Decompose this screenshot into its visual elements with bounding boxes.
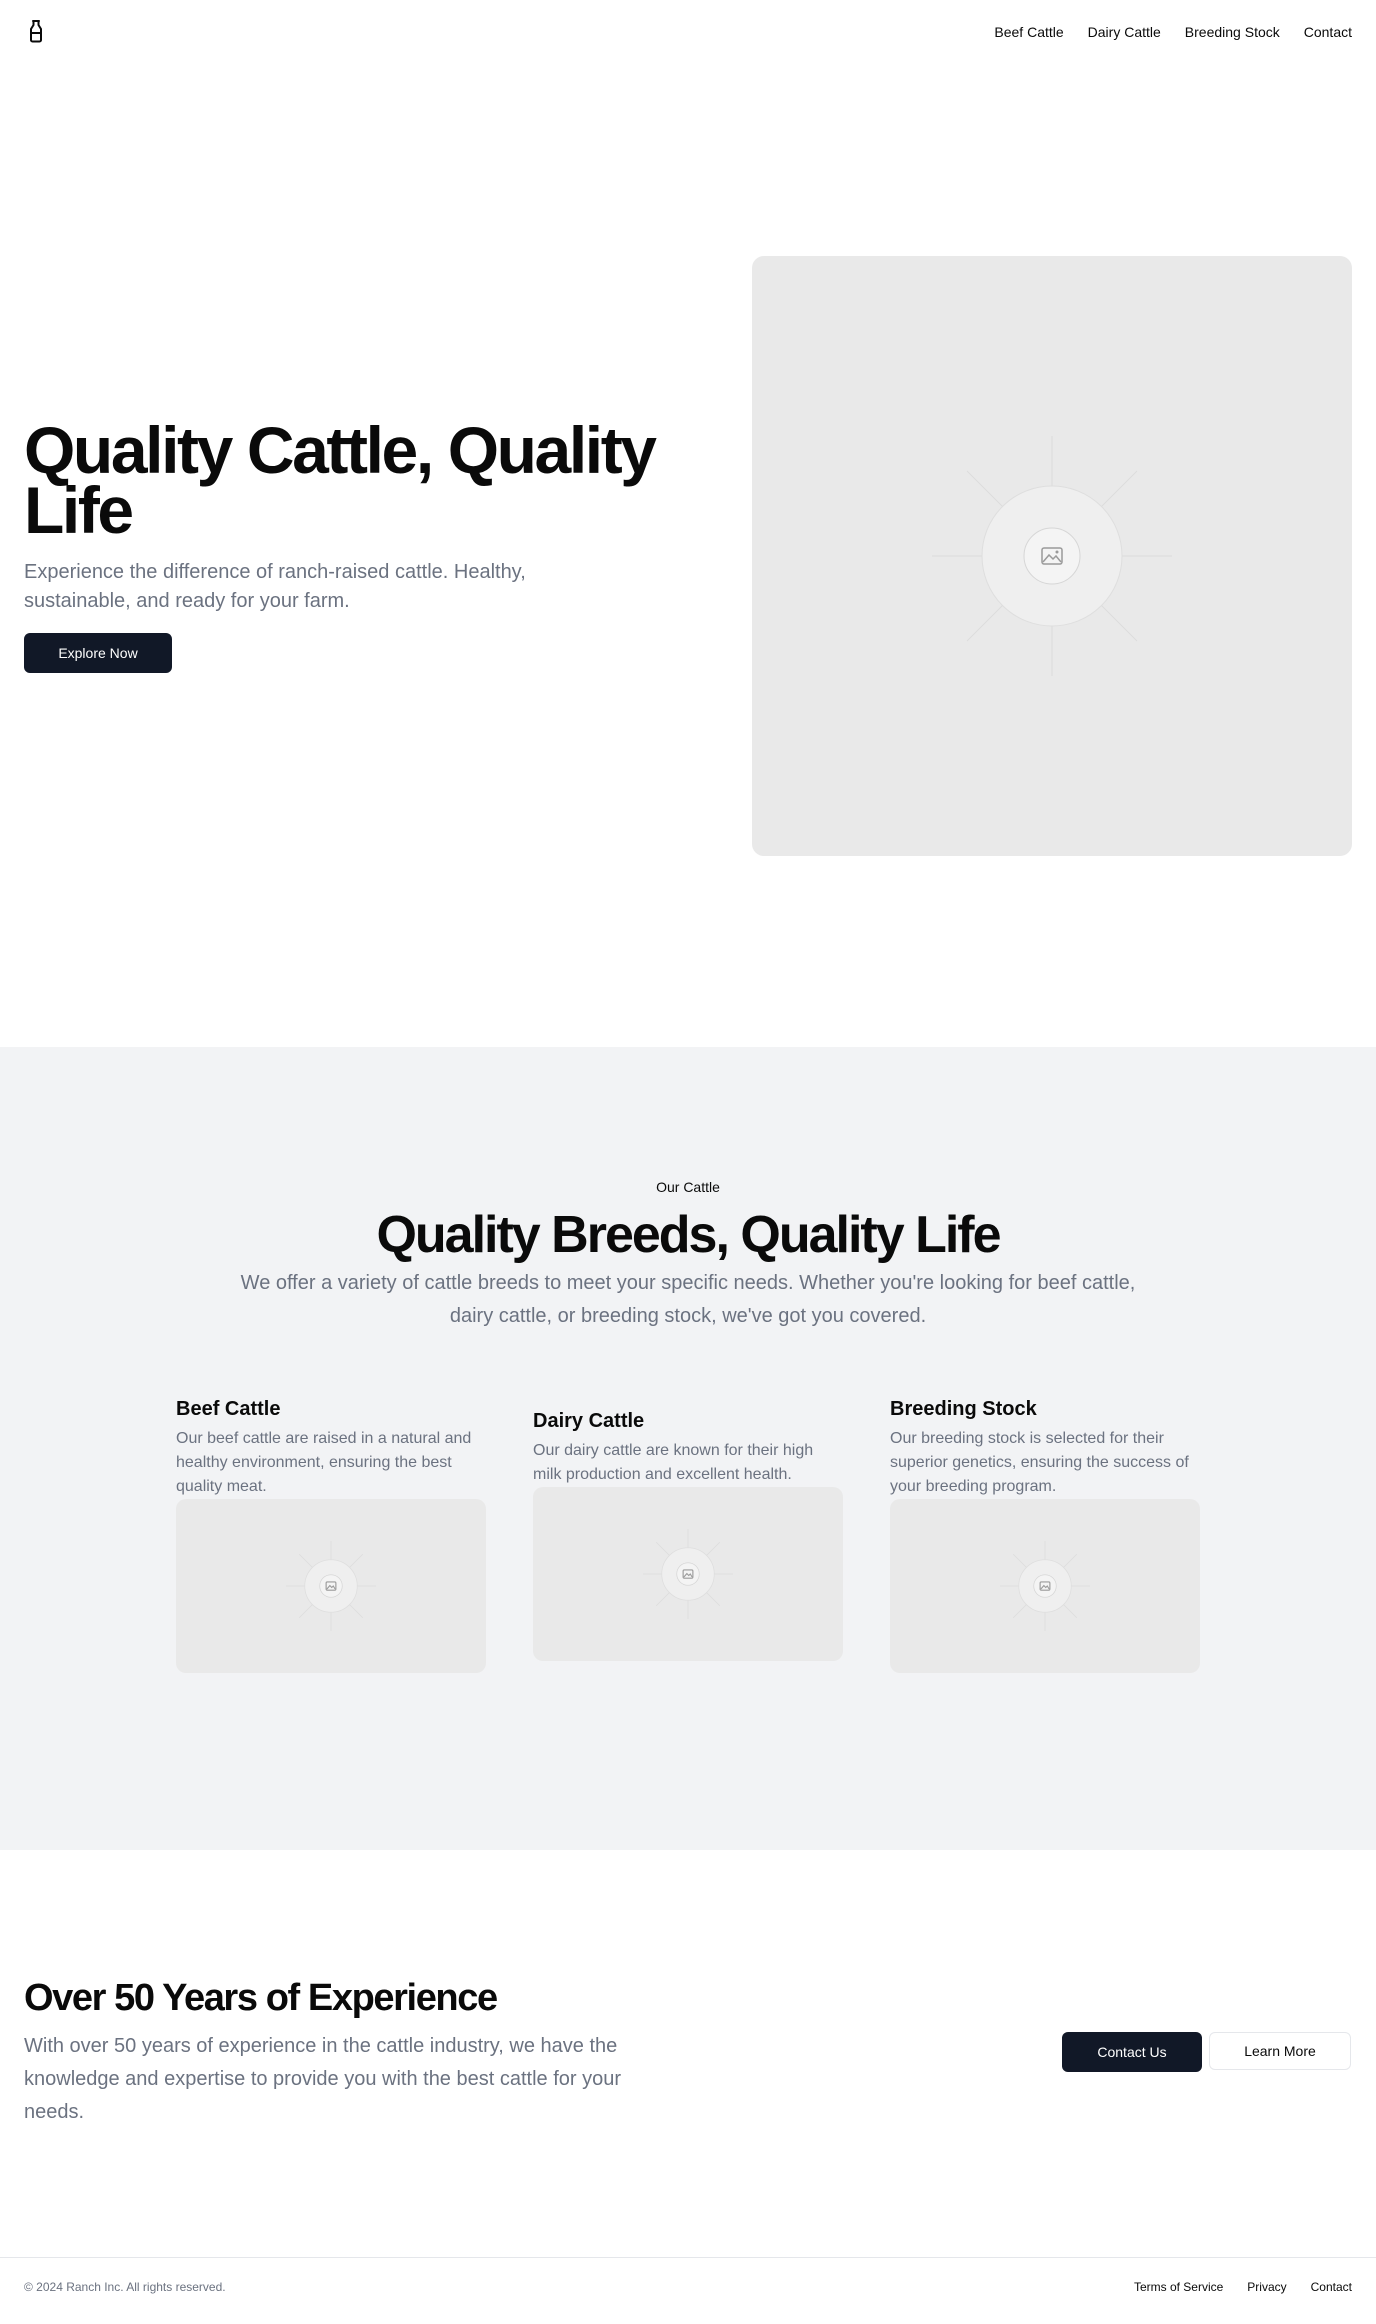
card-image: [533, 1487, 843, 1661]
nav-link-beef-cattle[interactable]: Beef Cattle: [994, 22, 1063, 42]
cattle-section: Our Cattle Quality Breeds, Quality Life …: [0, 1047, 1376, 1850]
card-text: Our beef cattle are raised in a natural …: [176, 1430, 472, 1495]
footer-link-privacy[interactable]: Privacy: [1247, 2280, 1286, 2294]
footer-link-contact[interactable]: Contact: [1311, 2280, 1352, 2294]
image-placeholder-icon: [1000, 1541, 1090, 1631]
nav-link-contact[interactable]: Contact: [1304, 22, 1352, 42]
hero-title: Quality Cattle, Quality Life: [24, 413, 657, 547]
learn-more-button[interactable]: Learn More: [1209, 2032, 1351, 2070]
card-text: Our breeding stock is selected for their…: [890, 1430, 1189, 1495]
footer-link-terms[interactable]: Terms of Service: [1134, 2280, 1223, 2294]
card-text: Our dairy cattle are known for their hig…: [533, 1442, 814, 1483]
experience-subtitle: With over 50 years of experience in the …: [24, 2035, 622, 2123]
main-nav: Beef Cattle Dairy Cattle Breeding Stock …: [994, 22, 1352, 42]
explore-now-button[interactable]: Explore Now: [24, 633, 172, 673]
nav-link-dairy-cattle[interactable]: Dairy Cattle: [1088, 22, 1161, 42]
card-title: Breeding Stock: [890, 1398, 1037, 1420]
card-image: [176, 1499, 486, 1673]
nav-link-breeding-stock[interactable]: Breeding Stock: [1185, 22, 1280, 42]
card-dairy-cattle: Dairy Cattle Our dairy cattle are known …: [533, 1407, 843, 1661]
contact-us-button[interactable]: Contact Us: [1062, 2032, 1202, 2072]
hero-text: Quality Cattle, Quality Life Experience …: [24, 413, 664, 673]
section-subtitle: We offer a variety of cattle breeds to m…: [240, 1272, 1136, 1327]
card-breeding-stock: Breeding Stock Our breeding stock is sel…: [890, 1395, 1200, 1673]
experience-title: Over 50 Years of Experience: [24, 1977, 498, 2019]
milk-bottle-icon[interactable]: [24, 18, 48, 44]
hero-subtitle: Experience the difference of ranch-raise…: [24, 561, 526, 612]
card-title: Beef Cattle: [176, 1398, 281, 1420]
card-title: Dairy Cattle: [533, 1410, 645, 1432]
section-title: Quality Breeds, Quality Life: [376, 1206, 1001, 1264]
hero-image: [752, 256, 1352, 856]
image-placeholder-icon: [643, 1529, 733, 1619]
site-footer: © 2024 Ranch Inc. All rights reserved. T…: [0, 2257, 1376, 2324]
image-placeholder-icon: [286, 1541, 376, 1631]
card-image: [890, 1499, 1200, 1673]
section-eyebrow: Our Cattle: [656, 1179, 720, 1195]
card-beef-cattle: Beef Cattle Our beef cattle are raised i…: [176, 1395, 486, 1673]
footer-nav: Terms of Service Privacy Contact: [1134, 2280, 1352, 2294]
top-header: Beef Cattle Dairy Cattle Breeding Stock …: [0, 0, 1376, 64]
image-placeholder-icon: [932, 436, 1172, 676]
copyright-text: © 2024 Ranch Inc. All rights reserved.: [24, 2280, 226, 2294]
